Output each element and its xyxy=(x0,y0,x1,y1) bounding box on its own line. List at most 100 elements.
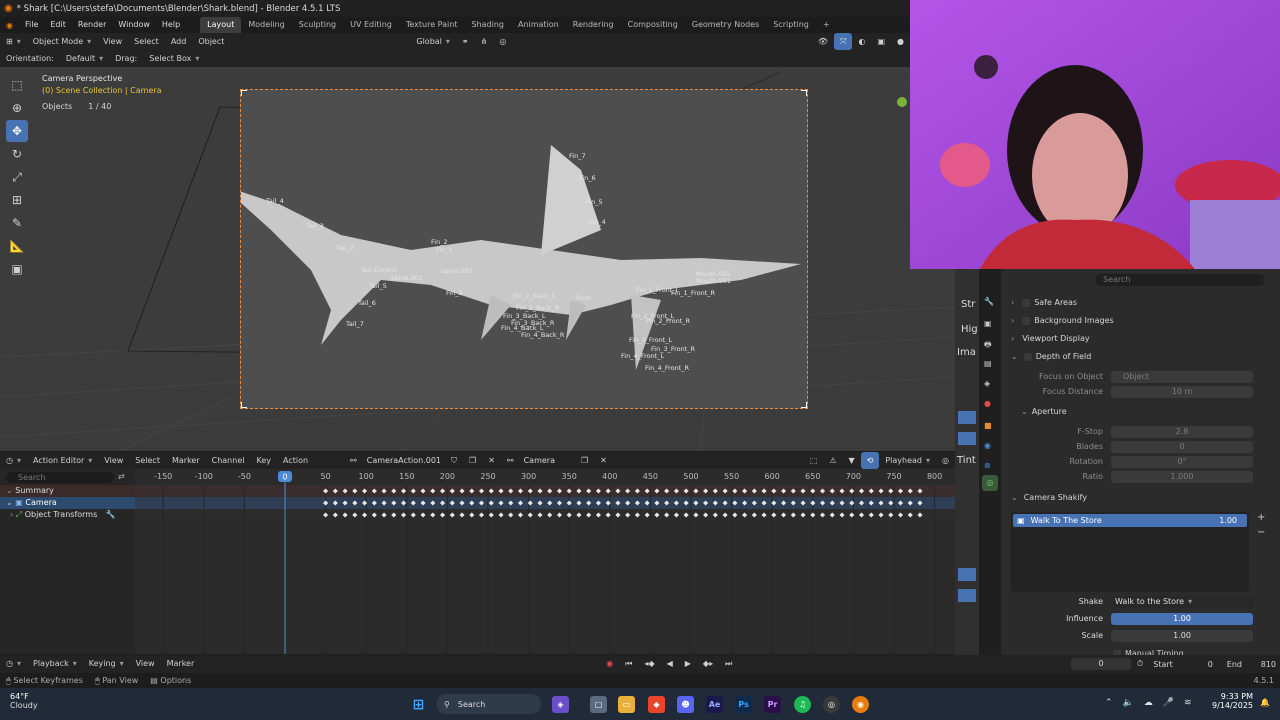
strip-blue-block-1[interactable] xyxy=(958,411,976,424)
tab-texture-paint[interactable]: Texture Paint xyxy=(399,17,465,33)
strip-blue-block-2[interactable] xyxy=(958,432,976,445)
menu-object[interactable]: Object xyxy=(192,33,230,50)
rotation-field[interactable]: 0° xyxy=(1111,455,1253,468)
ae-menu-key[interactable]: Key xyxy=(250,452,277,469)
xray-icon[interactable]: ▣ xyxy=(871,33,891,50)
menu-add[interactable]: Add xyxy=(165,33,193,50)
object-tab-icon[interactable]: ■ xyxy=(984,421,992,430)
jump-end-icon[interactable]: ⏭ xyxy=(719,655,738,673)
snapping-icon[interactable]: ⟲ xyxy=(860,452,880,469)
tool-tab-icon[interactable]: 🔧 xyxy=(984,297,994,306)
constraints-tab-icon[interactable]: ⊗ xyxy=(984,461,991,470)
annotate-icon[interactable]: ✎ xyxy=(6,212,28,234)
panel-safe-areas[interactable]: › Safe Areas xyxy=(1001,295,1280,310)
editor-type-icon[interactable]: ⊞ xyxy=(0,33,27,50)
pivot-icon[interactable]: ⚭ xyxy=(456,33,475,50)
shading-solid-icon[interactable]: ● xyxy=(891,33,910,50)
channel-wrench-icon[interactable]: 🔧 xyxy=(106,510,116,519)
taskbar-search[interactable]: ⚲ Search xyxy=(436,694,541,714)
start-field[interactable]: 0 xyxy=(1177,660,1217,669)
focus-object-field[interactable]: Object xyxy=(1111,370,1253,383)
add-cube-icon[interactable]: ▣ xyxy=(6,258,28,280)
tab-layout[interactable]: Layout xyxy=(200,17,242,33)
clock-icon[interactable]: ⏱ xyxy=(1131,655,1149,673)
add-workspace-icon[interactable]: + xyxy=(816,17,837,33)
copilot-icon[interactable]: ◈ xyxy=(552,696,569,713)
move-icon[interactable]: ✥ xyxy=(6,120,28,142)
action-name-field[interactable]: CameraAction.001 xyxy=(363,456,445,465)
drag-dropdown[interactable]: Select Box xyxy=(143,50,205,67)
jump-start-icon[interactable]: ⏮ xyxy=(619,655,638,673)
current-frame-field[interactable]: 0 xyxy=(1071,658,1131,670)
play-icon[interactable]: ▶ xyxy=(679,655,697,673)
transform-icon[interactable]: ⊞ xyxy=(6,189,28,211)
photoshop-icon[interactable]: Ps xyxy=(735,696,752,713)
output-tab-icon[interactable]: 🖶 xyxy=(984,339,992,353)
view-layer-tab-icon[interactable]: ▤ xyxy=(984,359,992,368)
tab-uv-editing[interactable]: UV Editing xyxy=(343,17,399,33)
tab-shading[interactable]: Shading xyxy=(464,17,511,33)
ratio-field[interactable]: 1.000 xyxy=(1111,470,1253,483)
action-browse-icon[interactable]: ⚯ xyxy=(344,452,363,469)
menu-edit[interactable]: Edit xyxy=(44,17,72,33)
snap-icon[interactable]: ⋔ xyxy=(475,33,494,50)
prev-key-icon[interactable]: ◂◆ xyxy=(638,655,660,673)
snap-to-dropdown[interactable]: Playhead xyxy=(879,452,936,469)
weather-widget[interactable]: 64°F Cloudy xyxy=(10,692,38,710)
panel-depth-of-field[interactable]: ⌄ Depth of Field xyxy=(1001,349,1280,364)
props-search-input[interactable]: Search xyxy=(1095,273,1265,286)
slot-browse-icon[interactable]: ⚯ xyxy=(501,452,520,469)
premiere-icon[interactable]: Pr xyxy=(764,696,781,713)
action-editor-mode-dropdown[interactable]: Action Editor xyxy=(27,452,98,469)
blades-field[interactable]: 0 xyxy=(1111,440,1253,453)
notifications-icon[interactable]: 🔔 xyxy=(1260,698,1270,707)
render-tab-icon[interactable]: ▣ xyxy=(984,319,992,328)
tab-geometry-nodes[interactable]: Geometry Nodes xyxy=(685,17,766,33)
tab-compositing[interactable]: Compositing xyxy=(621,17,685,33)
filter-icon[interactable]: ▼ xyxy=(842,452,860,469)
proportional-edit-icon[interactable]: ◎ xyxy=(493,33,512,50)
duplicate-slot-icon[interactable]: ❐ xyxy=(575,452,594,469)
select-box-icon[interactable]: ⬚ xyxy=(6,74,28,96)
menu-help[interactable]: Help xyxy=(156,17,186,33)
proportional-icon[interactable]: ◎ xyxy=(936,452,955,469)
after-effects-icon[interactable]: Ae xyxy=(706,696,723,713)
gizmo-icon[interactable]: ⤧ xyxy=(834,33,853,50)
shake-dropdown[interactable]: Walk to the Store xyxy=(1111,595,1253,608)
fake-user-shield-icon[interactable]: ⛉ xyxy=(445,452,463,469)
menu-render[interactable]: Render xyxy=(72,17,112,33)
channel-summary[interactable]: ⌄ Summary xyxy=(0,485,135,497)
unlink-slot-icon[interactable]: ✕ xyxy=(594,452,613,469)
channel-object-transforms[interactable]: › ⤢ Object Transforms 🔧 xyxy=(0,509,135,521)
network-icon[interactable]: ☁ xyxy=(1144,698,1153,708)
ae-menu-select[interactable]: Select xyxy=(129,452,166,469)
remove-shake-icon[interactable]: − xyxy=(1257,527,1265,538)
dopesheet-editor-icon[interactable]: ◷ xyxy=(0,452,27,469)
tl-menu-view[interactable]: View xyxy=(130,655,161,673)
duplicate-action-icon[interactable]: ❐ xyxy=(463,452,482,469)
show-errors-icon[interactable]: ⚠ xyxy=(823,452,842,469)
windows-start-icon[interactable]: ⊞ xyxy=(410,696,427,713)
panel-viewport-display[interactable]: › Viewport Display xyxy=(1001,331,1280,346)
visibility-icon[interactable]: 👁 xyxy=(812,33,834,50)
dopesheet-area[interactable]: 0 -150 -100 -50 50 100 150 200 250 300 350 400 450 5… xyxy=(135,469,955,654)
tab-scripting[interactable]: Scripting xyxy=(766,17,816,33)
tl-menu-playback[interactable]: Playback xyxy=(27,655,83,673)
tab-modeling[interactable]: Modeling xyxy=(241,17,291,33)
shake-list[interactable]: ▣ Walk To The Store 1.00 xyxy=(1011,512,1249,592)
obs-icon[interactable]: ◎ xyxy=(823,696,840,713)
influence-slider[interactable]: 1.00 xyxy=(1111,612,1253,625)
ae-menu-view[interactable]: View xyxy=(98,452,129,469)
tab-animation[interactable]: Animation xyxy=(511,17,566,33)
rotate-icon[interactable]: ↻ xyxy=(6,143,28,165)
blender-menu-icon[interactable]: ◉ xyxy=(0,21,19,30)
next-key-icon[interactable]: ◆▸ xyxy=(697,655,719,673)
end-field[interactable]: 810 xyxy=(1246,660,1280,669)
menu-file[interactable]: File xyxy=(19,17,44,33)
brave-icon[interactable]: ◆ xyxy=(648,696,665,713)
scale-icon[interactable]: ⤢ xyxy=(6,166,28,188)
camera-data-tab-icon[interactable]: ◎ xyxy=(982,475,998,491)
strip-blue-block-3[interactable] xyxy=(958,568,976,581)
volume-icon[interactable]: 🔈 xyxy=(1123,698,1134,708)
wifi-icon[interactable]: ≋ xyxy=(1184,698,1192,708)
